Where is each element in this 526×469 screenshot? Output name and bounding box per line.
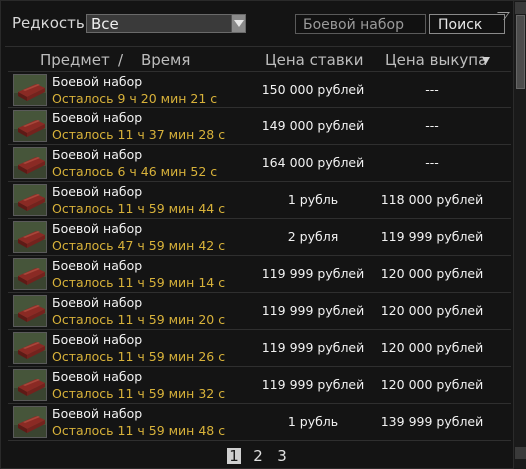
buyout-price: --- (425, 155, 439, 170)
search-button-label: Поиск (438, 17, 483, 33)
item-name: Боевой набор (52, 332, 143, 347)
time-left: Осталось 11 ч 59 мин 26 с (52, 349, 226, 364)
item-name: Боевой набор (52, 147, 143, 162)
column-separator: / (118, 51, 124, 69)
table-row[interactable]: Боевой набор Осталось 11 ч 59 мин 32 с 119… (8, 367, 511, 404)
rarity-dropdown[interactable]: Все (86, 14, 246, 33)
column-bid-price[interactable]: Цена ставки (265, 51, 363, 69)
item-name: Боевой набор (52, 258, 143, 273)
battle-kit-icon (13, 295, 47, 327)
button-corner-decoration (492, 12, 510, 20)
time-left: Осталось 11 ч 59 мин 44 с (52, 201, 226, 216)
table-row[interactable]: Боевой набор Осталось 11 ч 37 мин 28 с 149… (8, 108, 511, 145)
table-row[interactable]: Боевой набор Осталось 11 ч 59 мин 44 с1 р… (8, 182, 511, 219)
item-name: Боевой набор (52, 406, 143, 421)
buyout-price: 120 000 рублей (380, 377, 484, 392)
buyout-price: 120 000 рублей (380, 340, 484, 355)
column-header: Предмет / Время Цена ставки Цена выкупа (1, 51, 513, 71)
item-name: Боевой набор (52, 74, 143, 89)
battle-kit-icon (13, 147, 47, 179)
scroll-down-button[interactable] (515, 447, 526, 459)
buyout-price: --- (425, 82, 439, 97)
time-left: Осталось 11 ч 37 мин 28 с (52, 127, 226, 142)
battle-kit-icon (13, 332, 47, 364)
time-left: Осталось 11 ч 59 мин 32 с (52, 386, 226, 401)
rarity-label: Редкость (12, 14, 85, 32)
table-row[interactable]: Боевой набор Осталось 47 ч 59 мин 42 с2 р… (8, 219, 511, 256)
time-left: Осталось 11 ч 59 мин 48 с (52, 423, 226, 438)
time-left: Осталось 11 ч 59 мин 20 с (52, 312, 226, 327)
item-name: Боевой набор (52, 110, 143, 125)
battle-kit-icon (13, 184, 47, 216)
table-row[interactable]: Боевой набор Осталось 11 ч 59 мин 14 с 119… (8, 256, 511, 293)
auction-panel: Редкость Все Боевой набор Поиск Предмет … (0, 0, 526, 469)
rarity-value: Все (91, 15, 119, 33)
scroll-up-button[interactable] (515, 2, 526, 14)
battle-kit-icon (13, 221, 47, 253)
battle-kit-icon (13, 406, 47, 438)
time-left: Осталось 11 ч 59 мин 14 с (52, 275, 226, 290)
item-name: Боевой набор (52, 221, 143, 236)
sort-down-icon[interactable] (482, 57, 490, 64)
buyout-price: --- (425, 118, 439, 133)
divider (5, 46, 511, 47)
buyout-price: 120 000 рублей (380, 266, 484, 281)
time-left: Осталось 47 ч 59 мин 42 с (52, 238, 226, 253)
dropdown-button[interactable] (231, 15, 245, 32)
item-name: Боевой набор (52, 369, 143, 384)
scroll-thumb[interactable] (516, 15, 525, 89)
time-left: Осталось 6 ч 46 мин 52 с (52, 164, 218, 179)
table-row[interactable]: Боевой набор Осталось 9 ч 20 мин 21 с 150 … (8, 71, 511, 108)
column-item[interactable]: Предмет (40, 51, 110, 69)
table-row[interactable]: Боевой набор Осталось 11 ч 59 мин 20 с 119… (8, 293, 511, 330)
column-time[interactable]: Время (141, 51, 190, 69)
buyout-price: 118 000 рублей (380, 192, 484, 207)
time-left: Осталось 9 ч 20 мин 21 с (52, 91, 218, 106)
lot-table: Боевой набор Осталось 9 ч 20 мин 21 с 150 … (8, 71, 511, 441)
scrollbar[interactable] (513, 1, 526, 469)
search-input[interactable]: Боевой набор (295, 14, 426, 34)
page-1[interactable]: 1 (227, 448, 241, 464)
table-row[interactable]: Боевой набор Осталось 6 ч 46 мин 52 с 164 … (8, 145, 511, 182)
item-name: Боевой набор (52, 184, 143, 199)
filter-bar: Редкость Все Боевой набор Поиск (1, 1, 513, 43)
page-3[interactable]: 3 (275, 448, 289, 464)
battle-kit-icon (13, 369, 47, 401)
buyout-price: 120 000 рублей (380, 303, 484, 318)
battle-kit-icon (13, 110, 47, 142)
item-name: Боевой набор (52, 295, 143, 310)
search-button[interactable]: Поиск (429, 12, 510, 34)
buyout-price: 139 999 рублей (380, 414, 484, 429)
chevron-down-icon (234, 20, 244, 27)
table-row[interactable]: Боевой набор Осталось 11 ч 59 мин 48 с1 р… (8, 404, 511, 441)
search-input-value: Боевой набор (303, 17, 404, 33)
battle-kit-icon (13, 258, 47, 290)
page-2[interactable]: 2 (251, 448, 265, 464)
battle-kit-icon (13, 74, 47, 106)
buyout-price: 119 999 рублей (380, 229, 484, 244)
column-buyout-price[interactable]: Цена выкупа (385, 51, 487, 69)
table-row[interactable]: Боевой набор Осталось 11 ч 59 мин 26 с 119… (8, 330, 511, 367)
